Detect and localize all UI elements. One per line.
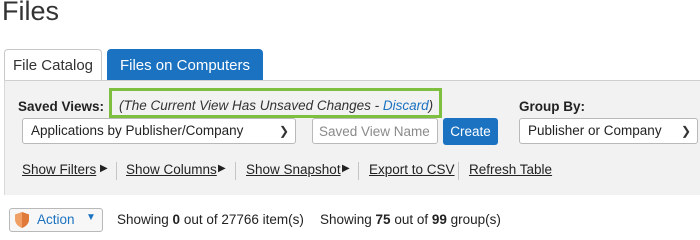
chevron-down-icon: ▼	[86, 212, 96, 223]
refresh-table-link[interactable]: Refresh Table	[469, 162, 552, 177]
export-csv-link[interactable]: Export to CSV	[369, 162, 455, 177]
saved-views-label: Saved Views:	[18, 99, 105, 114]
group-by-label: Group By:	[519, 99, 585, 114]
show-columns-link[interactable]: Show Columns	[126, 162, 217, 177]
tab-file-catalog[interactable]: File Catalog	[4, 49, 102, 80]
saved-view-select-value: Applications by Publisher/Company	[31, 123, 244, 138]
caret-right-icon: ▶	[100, 163, 108, 174]
discard-link[interactable]: Discard	[383, 98, 429, 113]
caret-right-icon: ▶	[218, 163, 226, 174]
divider	[358, 162, 359, 180]
caret-right-icon: ▶	[342, 163, 350, 174]
divider	[235, 162, 236, 180]
saved-view-name-input[interactable]	[312, 118, 438, 144]
files-page: Files File Catalog Files on Computers Sa…	[0, 0, 700, 238]
show-filters-link[interactable]: Show Filters	[22, 162, 96, 177]
chevron-down-icon: ❯	[680, 124, 691, 138]
groups-total: 99	[431, 212, 447, 227]
groups-mid: out of	[390, 212, 432, 227]
groups-suffix: group(s)	[446, 212, 501, 227]
action-dropdown-button[interactable]: Action ▼	[9, 208, 103, 232]
page-title: Files	[2, 0, 60, 26]
items-suffix: item(s)	[258, 212, 304, 227]
groups-shown: 75	[375, 212, 391, 227]
items-mid: out of	[180, 212, 222, 227]
divider	[116, 162, 117, 180]
chevron-down-icon: ❯	[278, 124, 289, 138]
item-count-status: Showing 0 out of 27766 item(s)	[117, 212, 304, 227]
saved-view-select[interactable]: Applications by Publisher/Company ❯	[22, 118, 296, 144]
items-total: 27766	[221, 212, 259, 227]
items-shown: 0	[172, 212, 181, 227]
group-count-status: Showing 75 out of 99 group(s)	[320, 212, 501, 227]
unsaved-notice-prefix: (The Current View Has Unsaved Changes -	[119, 98, 383, 113]
group-by-select[interactable]: Publisher or Company ❯	[519, 118, 698, 144]
shield-icon	[15, 212, 29, 228]
create-button[interactable]: Create	[443, 118, 498, 145]
divider	[458, 162, 459, 180]
show-snapshot-link[interactable]: Show Snapshot	[246, 162, 341, 177]
group-by-select-value: Publisher or Company	[528, 123, 662, 138]
unsaved-changes-notice: (The Current View Has Unsaved Changes - …	[119, 98, 433, 113]
items-prefix: Showing	[117, 212, 173, 227]
unsaved-notice-suffix: )	[428, 98, 434, 113]
tab-files-on-computers[interactable]: Files on Computers	[107, 49, 263, 80]
groups-prefix: Showing	[320, 212, 376, 227]
action-label: Action	[37, 212, 75, 227]
